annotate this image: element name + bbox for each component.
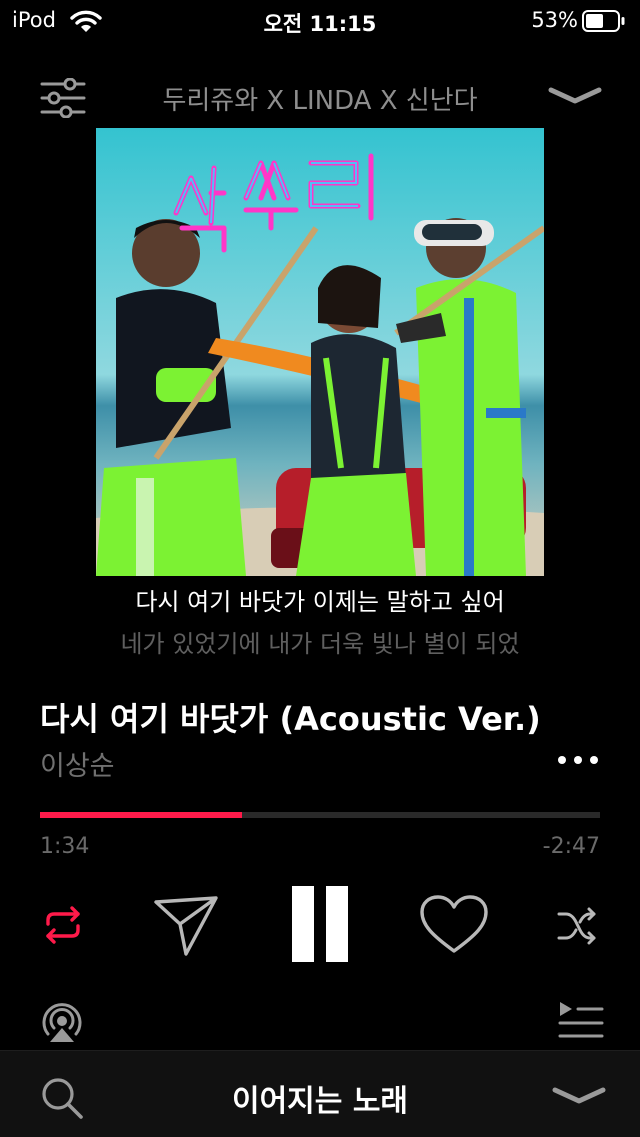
album-art xyxy=(96,128,544,576)
time-remaining: -2:47 xyxy=(542,834,600,859)
battery-percent: 53% xyxy=(531,8,578,32)
shuffle-icon[interactable] xyxy=(556,906,598,950)
pause-bar xyxy=(326,886,348,962)
track-title: 다시 여기 바닷가 (Acoustic Ver.) xyxy=(40,700,541,738)
progress-fill xyxy=(40,812,242,818)
repeat-icon[interactable] xyxy=(42,904,84,950)
queue-icon[interactable] xyxy=(558,1000,604,1044)
pause-button[interactable] xyxy=(290,886,350,962)
header-title: 두리쥬와 X LINDA X 신난다 xyxy=(162,86,478,116)
lyric-current-line[interactable]: 다시 여기 바닷가 이제는 말하고 싶어 xyxy=(0,582,640,617)
equalizer-icon[interactable] xyxy=(40,77,86,122)
more-dot xyxy=(558,756,566,764)
battery-icon xyxy=(582,10,626,36)
pause-bar xyxy=(292,886,314,962)
heart-icon[interactable] xyxy=(418,893,490,961)
chevron-down-icon[interactable] xyxy=(552,1086,606,1110)
airplay-icon[interactable] xyxy=(40,1000,84,1048)
lyric-next-line[interactable]: 네가 있었기에 내가 더욱 빛나 별이 되었 xyxy=(0,624,640,659)
chevron-down-icon[interactable] xyxy=(548,86,602,110)
more-icon[interactable] xyxy=(556,752,600,768)
more-dot xyxy=(590,756,598,764)
time-elapsed: 1:34 xyxy=(40,834,90,859)
track-artist[interactable]: 이상순 xyxy=(40,744,115,783)
more-dot xyxy=(574,756,582,764)
up-next-label[interactable]: 이어지는 노래 xyxy=(0,1076,640,1120)
progress-bar[interactable] xyxy=(40,812,600,818)
send-icon[interactable] xyxy=(152,894,220,962)
